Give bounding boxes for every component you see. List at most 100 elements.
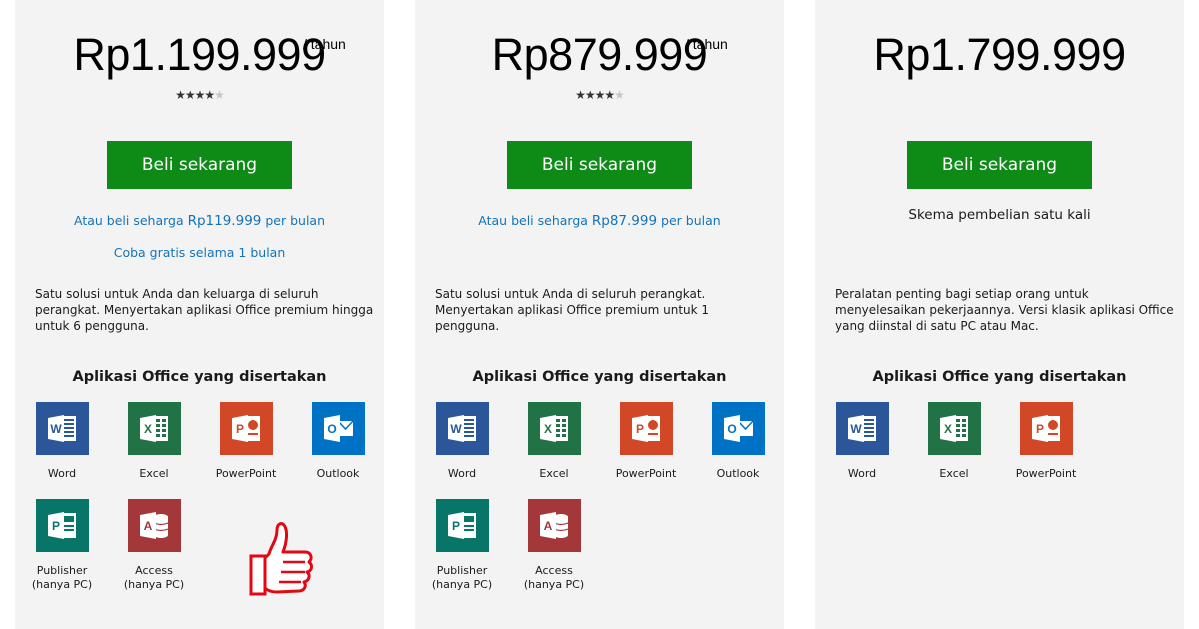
svg-text:O: O bbox=[727, 422, 736, 436]
price-period: / tahun bbox=[685, 36, 728, 52]
price-block: Rp1.199.999 / tahun bbox=[15, 28, 384, 88]
plan-card-home: Rp1.199.999 / tahun ★★★★★ Beli sekarang … bbox=[15, 0, 384, 629]
star-icon: ★ bbox=[604, 88, 615, 102]
monthly-amount: Rp87.999 bbox=[591, 213, 658, 229]
outlook-icon: O bbox=[311, 402, 365, 455]
access-icon: A bbox=[527, 499, 581, 552]
svg-text:W: W bbox=[450, 422, 462, 436]
star-icon: ★ bbox=[175, 88, 186, 102]
price-block: Rp1.799.999 bbox=[815, 28, 1184, 88]
apps-title: Aplikasi Office yang disertakan bbox=[872, 369, 1127, 385]
app-label-line1: Access bbox=[135, 564, 173, 577]
svg-text:W: W bbox=[850, 422, 862, 436]
svg-text:W: W bbox=[50, 422, 62, 436]
svg-text:P: P bbox=[235, 422, 243, 436]
svg-text:A: A bbox=[143, 519, 152, 533]
svg-text:A: A bbox=[543, 519, 552, 533]
app-label-line1: Access bbox=[535, 564, 573, 577]
powerpoint-icon: P bbox=[219, 402, 273, 455]
svg-text:P: P bbox=[1035, 422, 1043, 436]
app-outlook[interactable]: O Outlook bbox=[298, 402, 378, 481]
app-powerpoint[interactable]: P PowerPoint bbox=[1006, 402, 1086, 481]
svg-text:P: P bbox=[451, 519, 459, 533]
app-label-line2: (hanya PC) bbox=[31, 578, 93, 591]
app-label: Access (hanya PC) bbox=[514, 564, 594, 592]
excel-icon: X bbox=[127, 402, 181, 455]
app-label-line2: (hanya PC) bbox=[523, 578, 585, 591]
plan-price: Rp879.999 bbox=[491, 29, 708, 80]
app-label-line1: Publisher bbox=[36, 564, 88, 577]
monthly-prefix: Atau beli seharga bbox=[478, 213, 592, 228]
publisher-icon: P bbox=[435, 499, 489, 552]
app-label: Outlook bbox=[716, 467, 760, 480]
free-trial-link[interactable]: Coba gratis selama 1 bulan bbox=[15, 245, 384, 260]
app-label: Excel bbox=[939, 467, 969, 480]
svg-text:X: X bbox=[943, 422, 951, 436]
app-word[interactable]: W Word bbox=[822, 402, 902, 481]
powerpoint-icon: P bbox=[619, 402, 673, 455]
plan-description: Satu solusi untuk Anda dan keluarga di s… bbox=[35, 287, 374, 333]
app-label-line2: (hanya PC) bbox=[123, 578, 185, 591]
star-icon: ★ bbox=[184, 88, 196, 102]
app-label: PowerPoint bbox=[1015, 467, 1077, 480]
app-label: Word bbox=[847, 467, 877, 480]
app-excel[interactable]: X Excel bbox=[514, 402, 594, 481]
powerpoint-icon: P bbox=[1019, 402, 1073, 455]
app-word[interactable]: W Word bbox=[422, 402, 502, 481]
plan-card-personal: Rp879.999 / tahun ★★★★★ Beli sekarang At… bbox=[415, 0, 784, 629]
thumbs-up-icon bbox=[249, 522, 313, 596]
plan-description: Satu solusi untuk Anda di seluruh perang… bbox=[435, 287, 710, 333]
svg-text:X: X bbox=[143, 422, 151, 436]
app-access[interactable]: A Access (hanya PC) bbox=[114, 499, 194, 592]
buy-now-button[interactable]: Beli sekarang bbox=[507, 141, 692, 189]
app-powerpoint[interactable]: P PowerPoint bbox=[606, 402, 686, 481]
excel-icon: X bbox=[527, 402, 581, 455]
monthly-suffix: per bulan bbox=[657, 213, 721, 228]
app-label: Word bbox=[47, 467, 77, 480]
star-icon: ★ bbox=[204, 88, 215, 102]
app-excel[interactable]: X Excel bbox=[114, 402, 194, 481]
word-icon: W bbox=[435, 402, 489, 455]
app-label: PowerPoint bbox=[215, 467, 277, 480]
app-word[interactable]: W Word bbox=[22, 402, 102, 481]
star-icon: ★ bbox=[214, 88, 225, 102]
app-label: Publisher (hanya PC) bbox=[422, 564, 502, 592]
price-block: Rp879.999 / tahun bbox=[415, 28, 784, 88]
app-label-line1: Publisher bbox=[436, 564, 488, 577]
price-period: / tahun bbox=[303, 36, 346, 52]
star-icon: ★ bbox=[614, 88, 625, 102]
app-publisher[interactable]: P Publisher (hanya PC) bbox=[422, 499, 502, 592]
outlook-icon: O bbox=[711, 402, 765, 455]
app-outlook[interactable]: O Outlook bbox=[698, 402, 778, 481]
app-powerpoint[interactable]: P PowerPoint bbox=[206, 402, 286, 481]
star-icon: ★ bbox=[194, 88, 206, 102]
monthly-amount: Rp119.999 bbox=[187, 213, 262, 229]
star-icon: ★ bbox=[575, 88, 586, 102]
rating-stars: ★★★★★ bbox=[415, 88, 784, 102]
one-time-purchase-note: Skema pembelian satu kali bbox=[908, 207, 1091, 223]
app-publisher[interactable]: P Publisher (hanya PC) bbox=[22, 499, 102, 592]
svg-text:P: P bbox=[51, 519, 59, 533]
plan-price: Rp1.799.999 bbox=[873, 29, 1126, 80]
buy-now-button[interactable]: Beli sekarang bbox=[907, 141, 1092, 189]
app-label: Outlook bbox=[316, 467, 360, 480]
app-access[interactable]: A Access (hanya PC) bbox=[514, 499, 594, 592]
svg-text:O: O bbox=[327, 422, 336, 436]
monthly-price-link[interactable]: Atau beli seharga Rp119.999 per bulan bbox=[15, 213, 384, 229]
app-label: Excel bbox=[139, 467, 169, 480]
monthly-suffix: per bulan bbox=[261, 213, 325, 228]
apps-title: Aplikasi Office yang disertakan bbox=[472, 369, 727, 385]
access-icon: A bbox=[127, 499, 181, 552]
app-label: Access (hanya PC) bbox=[114, 564, 194, 592]
app-label-line2: (hanya PC) bbox=[431, 578, 493, 591]
buy-now-button[interactable]: Beli sekarang bbox=[107, 141, 292, 189]
apps-title: Aplikasi Office yang disertakan bbox=[72, 369, 327, 385]
app-label: PowerPoint bbox=[615, 467, 677, 480]
monthly-prefix: Atau beli seharga bbox=[73, 213, 188, 228]
star-icon: ★ bbox=[584, 88, 596, 102]
svg-text:P: P bbox=[635, 422, 643, 436]
app-excel[interactable]: X Excel bbox=[914, 402, 994, 481]
app-label: Publisher (hanya PC) bbox=[22, 564, 102, 592]
monthly-price-link[interactable]: Atau beli seharga Rp87.999 per bulan bbox=[415, 213, 784, 229]
excel-icon: X bbox=[927, 402, 981, 455]
